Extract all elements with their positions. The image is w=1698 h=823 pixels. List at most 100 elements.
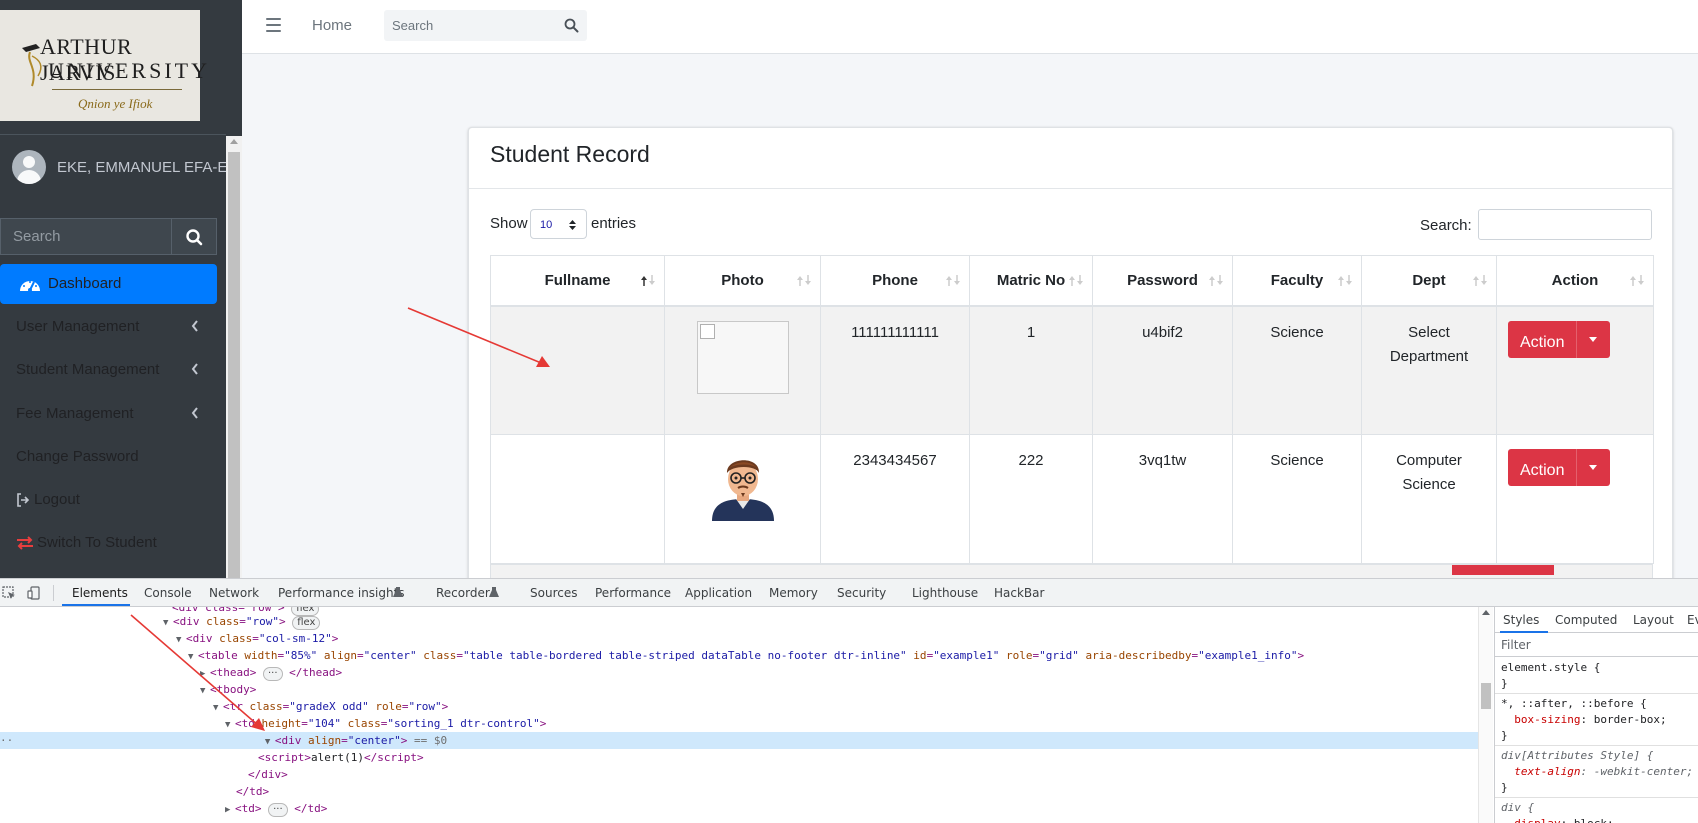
- entries-select-value: 10: [540, 219, 553, 231]
- devtools-tab-sources[interactable]: Sources: [530, 586, 577, 600]
- user-name[interactable]: EKE, EMMANUEL EFA-EV...: [57, 159, 227, 176]
- sort-icon: [1338, 275, 1352, 286]
- action-dropdown-button[interactable]: Action: [1508, 449, 1610, 486]
- sidebar-scrollbar[interactable]: [226, 136, 242, 578]
- inspect-element-icon[interactable]: [2, 586, 16, 600]
- sidebar-item-label: User Management: [16, 318, 140, 335]
- styles-tab-event-listeners[interactable]: Ev: [1687, 613, 1698, 627]
- dom-node[interactable]: ▼ <div class="col-sm-12">: [176, 630, 1478, 647]
- css-rule-line[interactable]: box-sizing: border-box;: [1501, 713, 1666, 726]
- css-rule-line[interactable]: text-align: -webkit-center;: [1501, 765, 1693, 778]
- entries-per-page-select[interactable]: 10: [530, 209, 587, 239]
- dom-node-selected[interactable]: ·· ▼ <div align="center"> == $0: [0, 732, 1478, 749]
- scrollbar-thumb[interactable]: [1481, 683, 1491, 709]
- column-header-faculty[interactable]: Faculty: [1232, 255, 1362, 307]
- css-rule-line[interactable]: div {: [1501, 801, 1534, 814]
- styles-tab-layout[interactable]: Layout: [1633, 613, 1674, 627]
- action-dropdown-button[interactable]: Action: [1508, 320, 1610, 358]
- devtools-tab-lighthouse[interactable]: Lighthouse: [912, 586, 978, 600]
- styles-tab-styles[interactable]: Styles: [1503, 613, 1539, 627]
- devtools-tab-application[interactable]: Application: [685, 586, 752, 600]
- search-icon: [186, 229, 203, 246]
- table-search-input[interactable]: [1478, 209, 1652, 240]
- sidebar-item-label: Logout: [34, 491, 80, 508]
- devtools-tab-recorder[interactable]: Recorder: [436, 586, 490, 600]
- dom-node[interactable]: ▶ <thead> ··· </thead>: [200, 664, 1478, 681]
- dom-node[interactable]: ▼ <div class="row"> flex: [163, 613, 1478, 630]
- sidebar-item-fee-management[interactable]: Fee Management: [0, 394, 217, 434]
- sidebar-item-user-management[interactable]: User Management: [0, 307, 217, 347]
- dom-node[interactable]: ▶ <td> ··· </td>: [225, 800, 1478, 817]
- column-header-password[interactable]: Password: [1092, 255, 1233, 307]
- student-record-card: Student Record Show 10 entries Search: F…: [468, 127, 1673, 587]
- home-link[interactable]: Home: [312, 17, 352, 34]
- column-header-label: Photo: [721, 271, 764, 289]
- sidebar-search-input[interactable]: [0, 218, 172, 255]
- css-rule-line[interactable]: div[Attributes Style] {: [1501, 749, 1653, 762]
- devtools-tab-elements[interactable]: Elements: [72, 586, 128, 600]
- sidebar-search-button[interactable]: [172, 218, 217, 255]
- dom-node-script[interactable]: <script>alert(1)</script>: [258, 749, 1478, 766]
- cell-matric-no: 222: [969, 434, 1093, 564]
- sidebar-item-switch-to-student[interactable]: Switch To Student: [0, 523, 217, 563]
- css-rule-line: }: [1501, 729, 1508, 742]
- logo-rule: [52, 89, 182, 90]
- navbar-search-input[interactable]: [384, 10, 554, 41]
- scrollbar-thumb[interactable]: [228, 152, 240, 578]
- devtools-tab-console[interactable]: Console: [144, 586, 192, 600]
- top-navbar: Home: [242, 0, 1698, 54]
- device-toolbar-icon[interactable]: [27, 586, 41, 600]
- dom-node[interactable]: </td>: [236, 783, 1478, 800]
- sort-icon: [797, 275, 811, 286]
- sidebar-item-logout[interactable]: Logout: [0, 480, 217, 520]
- dom-tree-scrollbar[interactable]: [1478, 607, 1493, 823]
- dom-node[interactable]: </div>: [248, 766, 1478, 783]
- dom-node[interactable]: ▼ <td height="104" class="sorting_1 dtr-c…: [225, 715, 1478, 732]
- css-rule-line[interactable]: element.style {: [1501, 661, 1600, 674]
- scroll-up-arrow-icon[interactable]: [1482, 610, 1490, 615]
- caret-down-icon[interactable]: [1589, 336, 1597, 342]
- caret-down-icon[interactable]: [1589, 465, 1597, 470]
- user-avatar: [12, 150, 46, 184]
- column-header-phone[interactable]: Phone: [820, 255, 970, 307]
- column-header-photo[interactable]: Photo: [664, 255, 821, 307]
- sidebar-item-student-management[interactable]: Student Management: [0, 350, 217, 390]
- dom-tree[interactable]: <div class="row"> flex ▼ <div class="row"…: [0, 607, 1478, 823]
- column-header-matric-no[interactable]: Matric No: [969, 255, 1093, 307]
- dom-node[interactable]: ▼ <tbody>: [200, 681, 1478, 698]
- user-panel[interactable]: EKE, EMMANUEL EFA-EV...: [12, 150, 227, 186]
- styles-tab-computed[interactable]: Computed: [1555, 613, 1617, 627]
- devtools-tab-performance[interactable]: Performance: [595, 586, 671, 600]
- logo-motto: Qnion ye Ifiok: [78, 96, 153, 111]
- devtools-tab-security[interactable]: Security: [837, 586, 886, 600]
- dom-node[interactable]: ▼ <tr class="gradeX odd" role="row">: [213, 698, 1478, 715]
- cell-matric-no: 1: [969, 305, 1093, 435]
- devtools-tab-network[interactable]: Network: [209, 586, 259, 600]
- column-header-action[interactable]: Action: [1496, 255, 1654, 307]
- cell-dept-text: Computer Science: [1396, 452, 1462, 493]
- sidebar-item-change-password[interactable]: Change Password: [0, 437, 217, 477]
- css-rule-line[interactable]: *, ::after, ::before {: [1501, 697, 1647, 710]
- dom-node-table[interactable]: ▼ <table width="85%" align="center" class…: [188, 647, 1478, 664]
- search-icon[interactable]: [564, 18, 579, 33]
- sort-icon: [1473, 275, 1487, 286]
- navbar-search: [384, 10, 587, 41]
- action-dropdown-button[interactable]: [1452, 565, 1554, 575]
- broken-image-icon: [696, 320, 789, 394]
- devtools-tab-memory[interactable]: Memory: [769, 586, 818, 600]
- scroll-up-arrow-icon[interactable]: [230, 139, 238, 144]
- column-header-dept[interactable]: Dept: [1361, 255, 1497, 307]
- column-header-label: Action: [1551, 271, 1599, 289]
- experiment-flask-icon: [489, 587, 499, 597]
- devtools-tab-performance-insights[interactable]: Performance insights: [278, 586, 405, 600]
- styles-filter-input[interactable]: Filter: [1501, 638, 1531, 652]
- table-search-label: Search:: [1420, 217, 1472, 234]
- column-header-fullname[interactable]: Fullname: [490, 255, 665, 307]
- sidebar-item-dashboard[interactable]: Dashboard: [0, 264, 217, 304]
- devtools-tab-hackbar[interactable]: HackBar: [994, 586, 1044, 600]
- university-logo[interactable]: ARTHUR JARVIS UNIVERSITY Qnion ye Ifiok: [0, 10, 207, 121]
- hamburger-menu-icon[interactable]: [266, 18, 281, 32]
- sort-icon: [1069, 275, 1083, 286]
- css-rule-line[interactable]: display: block;: [1501, 817, 1613, 823]
- column-header-label: Dept: [1412, 271, 1446, 289]
